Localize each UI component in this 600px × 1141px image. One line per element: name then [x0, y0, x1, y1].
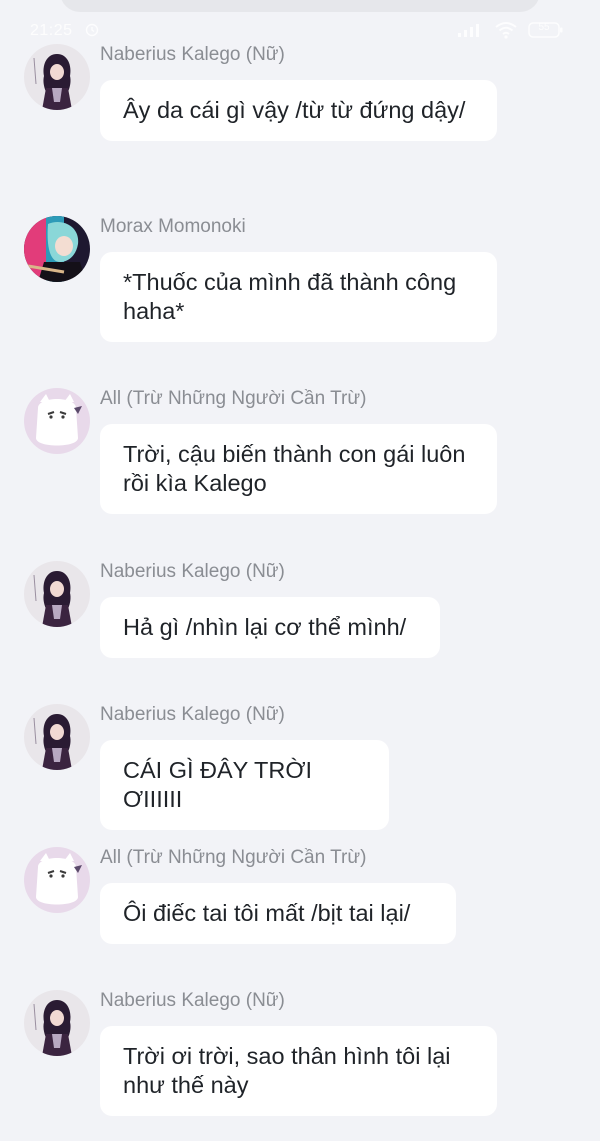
message-bubble[interactable]: Trời ơi trời, sao thân hình tôi lại như …: [100, 1026, 497, 1116]
message-bubble[interactable]: Trời, cậu biến thành con gái luôn rồi kì…: [100, 424, 497, 514]
sender-name: Morax Momonoki: [100, 216, 246, 237]
status-time: 21:25: [30, 22, 73, 39]
kalego-avatar-icon[interactable]: [24, 990, 90, 1056]
ghost-avatar-icon[interactable]: [24, 847, 90, 913]
sender-name: Naberius Kalego (Nữ): [100, 561, 285, 582]
message-bubble[interactable]: CÁI GÌ ĐÂY TRỜI ƠIIIIII: [100, 740, 389, 830]
battery-icon: 55: [528, 21, 564, 39]
message-bubble[interactable]: Ây da cái gì vậy /từ từ đứng dậy/: [100, 80, 497, 141]
sender-name: All (Trừ Những Người Cần Trừ): [100, 388, 367, 409]
signal-bars-icon: [458, 22, 484, 38]
alarm-clock-icon: [84, 21, 100, 37]
kalego-avatar-icon[interactable]: [24, 561, 90, 627]
top-search-pill[interactable]: [60, 0, 540, 12]
battery-level: 55: [538, 22, 550, 33]
wifi-icon: [494, 21, 518, 39]
message-bubble[interactable]: Ôi điếc tai tôi mất /bịt tai lại/: [100, 883, 456, 944]
sender-name: Naberius Kalego (Nữ): [100, 44, 285, 65]
kalego-avatar-icon[interactable]: [24, 44, 90, 110]
sender-name: All (Trừ Những Người Cần Trừ): [100, 847, 367, 868]
sender-name: Naberius Kalego (Nữ): [100, 990, 285, 1011]
ghost-avatar-icon[interactable]: [24, 388, 90, 454]
sender-name: Naberius Kalego (Nữ): [100, 704, 285, 725]
message-bubble[interactable]: Hả gì /nhìn lại cơ thể mình/: [100, 597, 440, 658]
momonoki-avatar-icon[interactable]: [24, 216, 90, 282]
kalego-avatar-icon[interactable]: [24, 704, 90, 770]
message-bubble[interactable]: *Thuốc của mình đã thành công haha*: [100, 252, 497, 342]
